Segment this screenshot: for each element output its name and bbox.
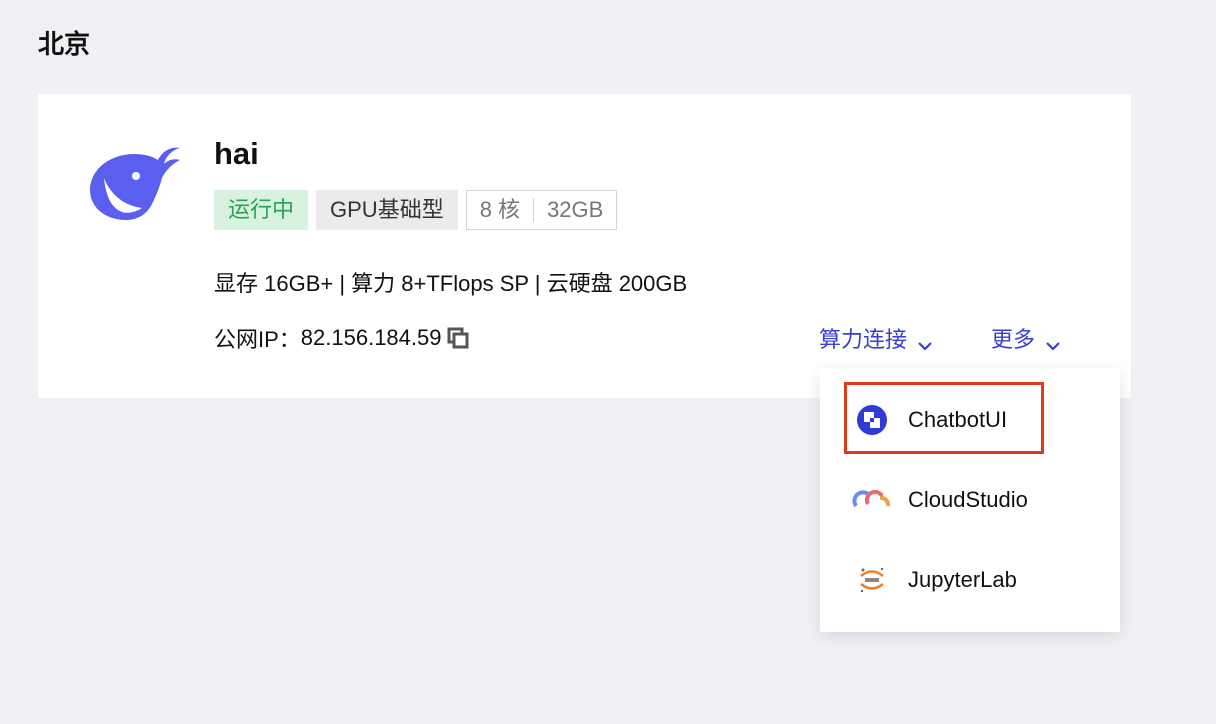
status-badge: 运行中 xyxy=(214,190,309,230)
more-button[interactable]: 更多 xyxy=(991,322,1061,354)
compute-connect-menu: ChatbotUI CloudStudio JupyterLab xyxy=(820,368,1120,632)
menu-item-label: CloudStudio xyxy=(908,487,1028,512)
compute-connect-label: 算力连接 xyxy=(819,327,908,352)
ip-value: 82.156.184.59 xyxy=(300,325,442,350)
menu-item-cloudstudio[interactable]: CloudStudio xyxy=(820,460,1120,540)
instance-name: hai xyxy=(214,136,259,171)
hardware-specs: 显存 16GB+ | 算力 8+TFlops SP | 云硬盘 200GB xyxy=(214,271,688,296)
public-ip-row: 公网IP： 82.156.184.59 xyxy=(214,322,470,354)
menu-item-label: ChatbotUI xyxy=(908,407,1008,432)
instance-type-badge: GPU基础型 xyxy=(316,190,458,230)
jupyter-icon xyxy=(856,564,888,596)
instance-card: hai 运行中 GPU基础型 8 核 32GB 显存 16GB+ | 算力 8+… xyxy=(38,94,1131,398)
memory-value: 32GB xyxy=(547,197,604,222)
chevron-down-icon xyxy=(1045,332,1061,351)
chevron-down-icon xyxy=(917,332,933,351)
ip-label: 公网IP： xyxy=(214,327,301,352)
deepseek-whale-icon xyxy=(84,142,184,222)
cores-value: 8 核 xyxy=(479,197,521,222)
chatbotui-icon xyxy=(856,404,888,436)
region-title: 北京 xyxy=(38,29,91,59)
menu-item-jupyterlab[interactable]: JupyterLab xyxy=(820,540,1120,620)
compute-connect-button[interactable]: 算力连接 xyxy=(819,322,933,354)
instance-tags: 运行中 GPU基础型 8 核 32GB xyxy=(214,190,618,230)
copy-icon[interactable] xyxy=(446,326,470,350)
more-label: 更多 xyxy=(991,327,1036,352)
spec-badge: 8 核 32GB xyxy=(465,190,618,230)
menu-item-chatbotui[interactable]: ChatbotUI xyxy=(820,380,1120,460)
menu-item-label: JupyterLab xyxy=(908,567,1017,592)
cloudstudio-icon xyxy=(852,484,891,516)
